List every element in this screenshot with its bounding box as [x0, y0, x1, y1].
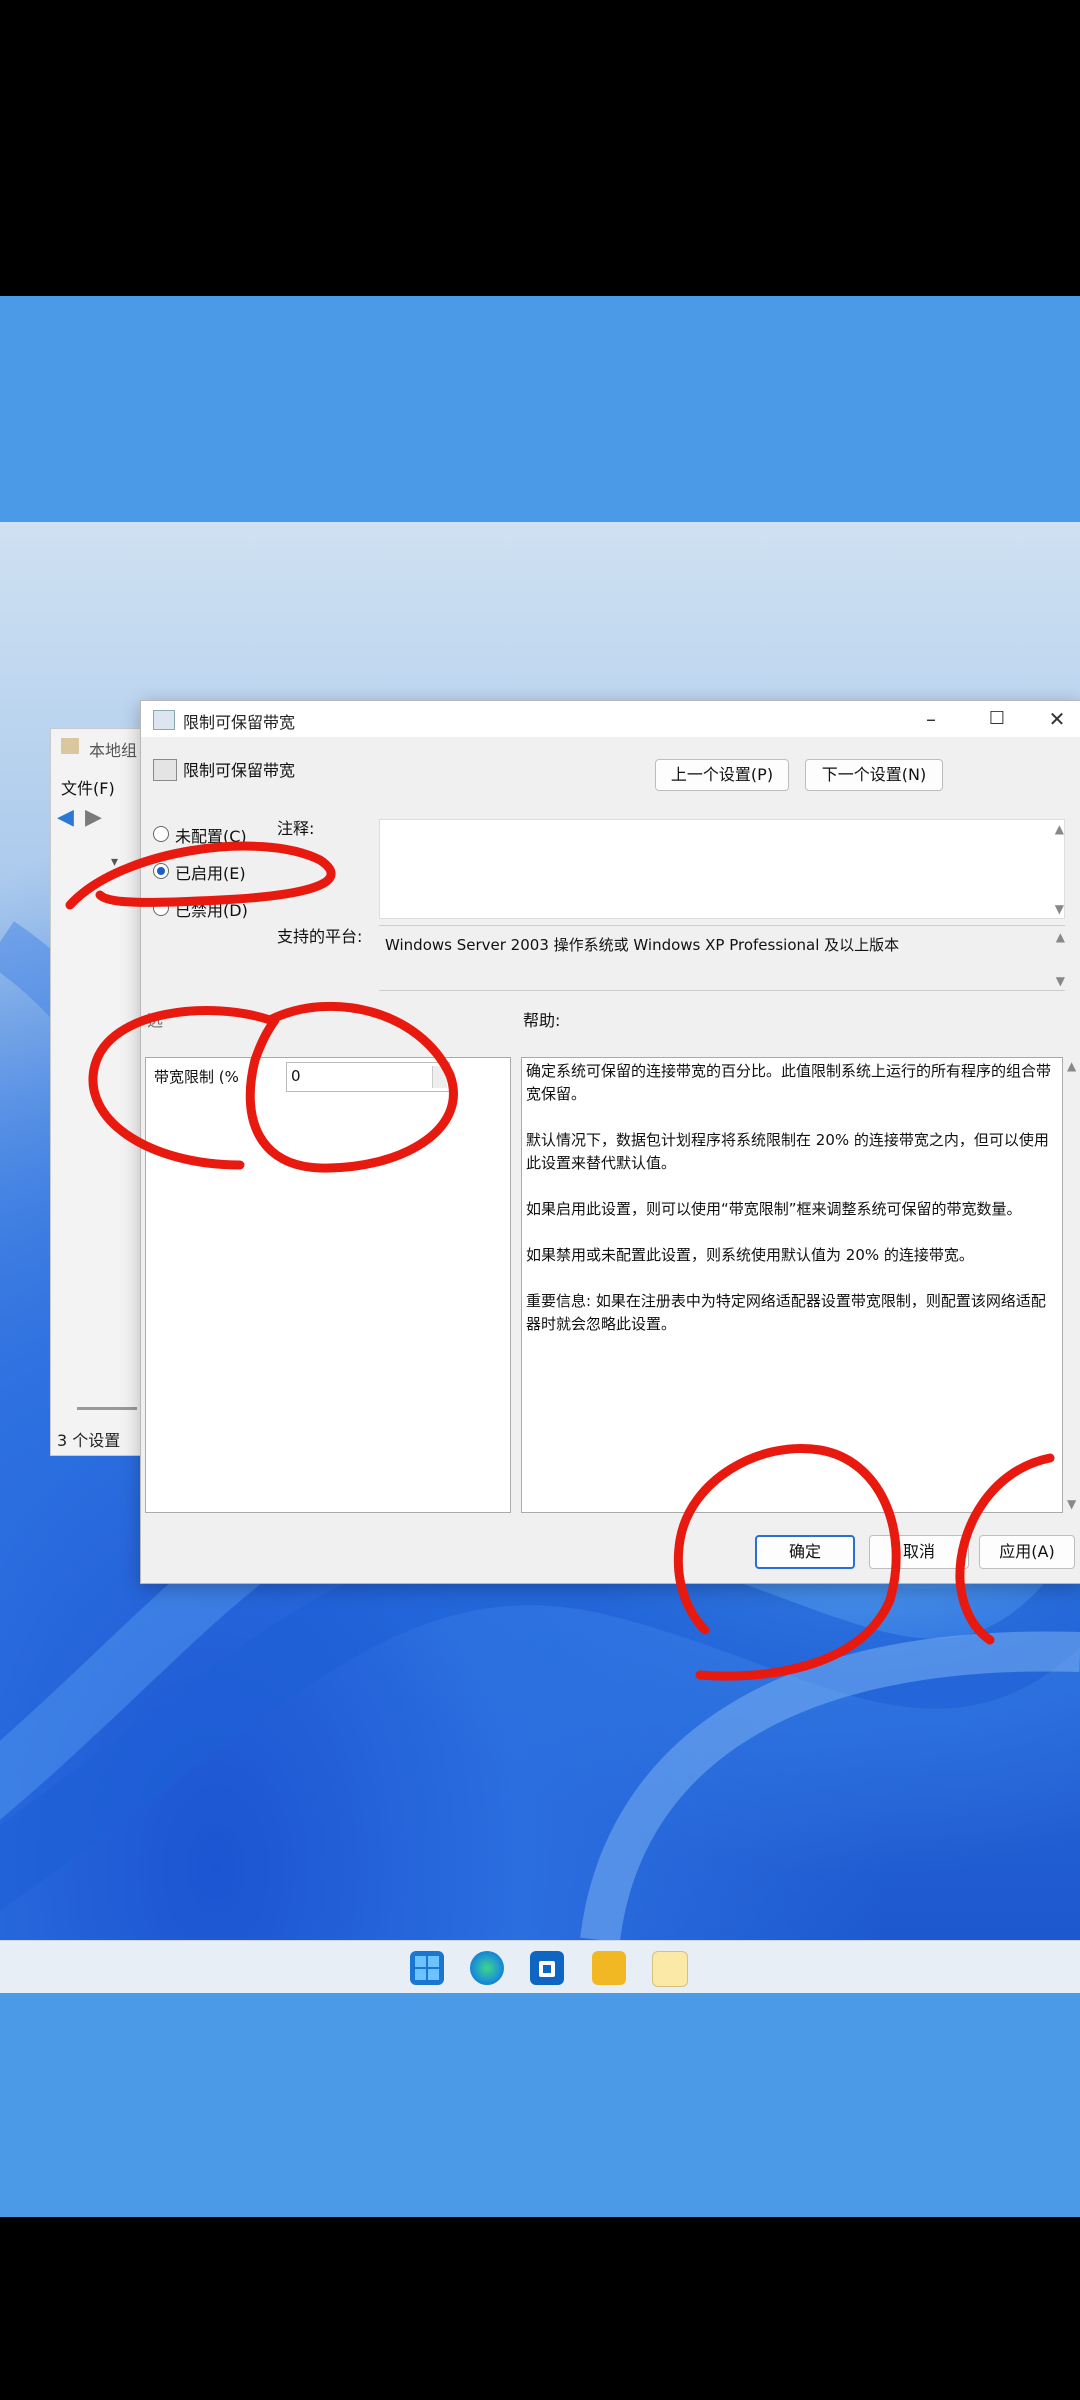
scroll-up-icon[interactable]: ▲ — [1067, 1059, 1076, 1073]
options-panel: 带宽限制 (% 0 — [145, 1057, 511, 1513]
app-icon — [153, 710, 175, 730]
forward-arrow-icon[interactable]: ▶ — [85, 805, 102, 830]
help-label: 帮助: — [523, 1011, 561, 1030]
setting-icon — [153, 759, 177, 781]
radio-disabled[interactable] — [153, 900, 169, 916]
letterbox-bottom — [0, 2217, 1080, 2400]
help-text: 确定系统可保留的连接带宽的百分比。此值限制系统上运行的所有程序的组合带宽保留。 … — [526, 1062, 1052, 1333]
menu-file[interactable]: 文件(F) — [61, 775, 115, 799]
status-bar: 3 个设置 — [57, 1431, 121, 1450]
next-setting-button[interactable]: 下一个设置(N) — [805, 759, 943, 791]
close-icon[interactable]: ✕ — [1035, 703, 1079, 735]
scroll-up-icon[interactable]: ▲ — [1056, 930, 1065, 944]
blue-frame-top — [0, 296, 1080, 522]
scroll-down-icon[interactable]: ▼ — [1067, 1497, 1076, 1511]
radio-enabled[interactable] — [153, 863, 169, 879]
policy-setting-dialog: 限制可保留带宽 – ☐ ✕ 限制可保留带宽 上一个设置(P) 下一个设置(N) … — [140, 700, 1080, 1584]
apply-button[interactable]: 应用(A) — [979, 1535, 1075, 1569]
back-arrow-icon[interactable]: ◀ — [57, 805, 74, 830]
minimize-icon[interactable]: – — [909, 703, 953, 735]
scroll-up-icon[interactable]: ▲ — [1055, 822, 1064, 836]
scroll-down-icon[interactable]: ▼ — [1056, 974, 1065, 988]
bandwidth-limit-value: 0 — [291, 1067, 301, 1085]
file-explorer-icon[interactable] — [592, 1951, 626, 1985]
maximize-icon[interactable]: ☐ — [975, 703, 1019, 735]
radio-not-configured-label: 未配置(C) — [175, 827, 247, 846]
options-label: 选 — [147, 1011, 164, 1030]
horizontal-scrollbar[interactable] — [77, 1407, 137, 1410]
spin-button[interactable] — [432, 1066, 447, 1088]
taskbar — [0, 1940, 1080, 1994]
setting-header-title: 限制可保留带宽 — [183, 761, 296, 780]
comment-label: 注释: — [277, 819, 315, 838]
scroll-down-icon[interactable]: ▼ — [1055, 902, 1064, 916]
blue-frame-bottom — [0, 1993, 1080, 2217]
bandwidth-limit-input[interactable]: 0 — [286, 1062, 450, 1092]
platform-value: Windows Server 2003 操作系统或 Windows XP Pro… — [385, 936, 900, 954]
platform-label: 支持的平台: — [277, 927, 363, 946]
radio-enabled-label: 已启用(E) — [175, 864, 246, 883]
windows-start-icon[interactable] — [410, 1951, 444, 1985]
comment-textarea[interactable]: ▲ ▼ — [379, 819, 1065, 919]
dialog-title: 限制可保留带宽 — [183, 713, 296, 732]
background-window-title: 本地组 — [89, 741, 138, 760]
radio-not-configured[interactable] — [153, 826, 169, 842]
policy-icon — [61, 738, 79, 754]
radio-disabled-label: 已禁用(D) — [175, 901, 248, 920]
letterbox-top — [0, 0, 1080, 296]
help-panel: 确定系统可保留的连接带宽的百分比。此值限制系统上运行的所有程序的组合带宽保留。 … — [521, 1057, 1063, 1513]
previous-setting-button[interactable]: 上一个设置(P) — [655, 759, 789, 791]
ok-button[interactable]: 确定 — [755, 1535, 855, 1569]
title-bar: 限制可保留带宽 – ☐ ✕ — [141, 701, 1080, 737]
cancel-button[interactable]: 取消 — [869, 1535, 969, 1569]
edge-browser-icon[interactable] — [470, 1951, 504, 1985]
platform-box: Windows Server 2003 操作系统或 Windows XP Pro… — [379, 925, 1065, 991]
chevron-down-icon[interactable]: ▾ — [111, 854, 118, 870]
bandwidth-limit-label: 带宽限制 (% — [154, 1068, 239, 1086]
notepad-icon[interactable] — [652, 1951, 688, 1987]
store-icon[interactable] — [530, 1951, 564, 1985]
